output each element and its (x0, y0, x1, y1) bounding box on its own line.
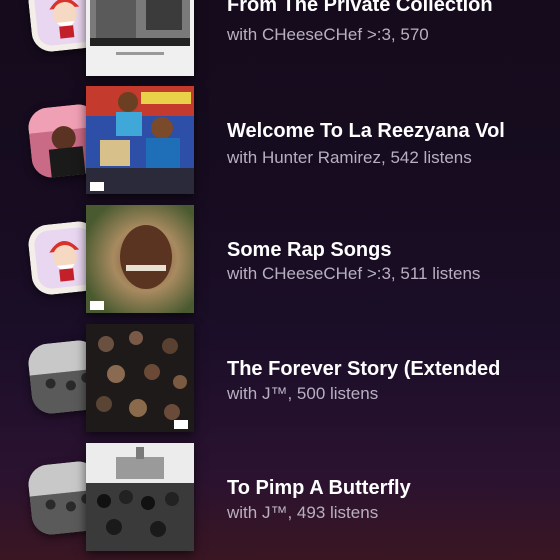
artwork-stack (26, 205, 200, 315)
list-item[interactable]: From The Private Collection with CHeeseC… (0, 0, 560, 78)
subtitle-prefix: with CHeeseCHef >:3, (227, 264, 401, 283)
subtitle-suffix: listens (418, 148, 472, 167)
listen-count: 500 (296, 384, 326, 403)
list-item[interactable]: To Pimp A Butterfly with J™, 493 listens (0, 443, 560, 553)
album-subtitle: with CHeeseCHef >:3, 511 listens (227, 264, 560, 284)
listen-count: 570 (400, 25, 429, 44)
album-cover (86, 0, 194, 76)
listen-count: 511 (400, 264, 428, 283)
album-cover (86, 86, 194, 194)
album-subtitle: with CHeeseCHef >:3, 570 (227, 25, 560, 45)
album-subtitle: with J™, 493 listens (227, 503, 560, 523)
subtitle-prefix: with J™, (227, 384, 297, 403)
subtitle-suffix: listens (325, 384, 379, 403)
album-title: Welcome To La Reezyana Vol (227, 120, 505, 142)
album-cover (86, 324, 194, 432)
album-title: Some Rap Songs (227, 239, 392, 261)
subtitle-prefix: with Hunter Ramirez, (227, 148, 391, 167)
subtitle-suffix: listens (325, 503, 379, 522)
artwork-stack (26, 86, 200, 196)
artwork-stack (26, 324, 200, 434)
album-subtitle: with J™, 500 listens (227, 384, 560, 404)
album-title: From The Private Collection (227, 0, 493, 16)
subtitle-prefix: with CHeeseCHef >:3, (227, 25, 401, 44)
artwork-stack (26, 0, 200, 78)
album-subtitle: with Hunter Ramirez, 542 listens (227, 148, 560, 168)
album-title: The Forever Story (Extended (227, 358, 501, 380)
list-item[interactable]: Welcome To La Reezyana Vol with Hunter R… (0, 86, 560, 196)
subtitle-suffix: listens (427, 264, 481, 283)
list-item[interactable]: Some Rap Songs with CHeeseCHef >:3, 511 … (0, 205, 560, 315)
album-cover (86, 443, 194, 551)
album-cover (86, 205, 194, 313)
listen-count: 493 (296, 503, 326, 522)
top-albums-list: From The Private Collection with CHeeseC… (0, 0, 560, 560)
album-title: To Pimp A Butterfly (227, 477, 411, 499)
list-item[interactable]: The Forever Story (Extended with J™, 500… (0, 324, 560, 434)
subtitle-prefix: with J™, (227, 503, 297, 522)
artwork-stack (26, 443, 200, 553)
listen-count: 542 (390, 148, 419, 167)
